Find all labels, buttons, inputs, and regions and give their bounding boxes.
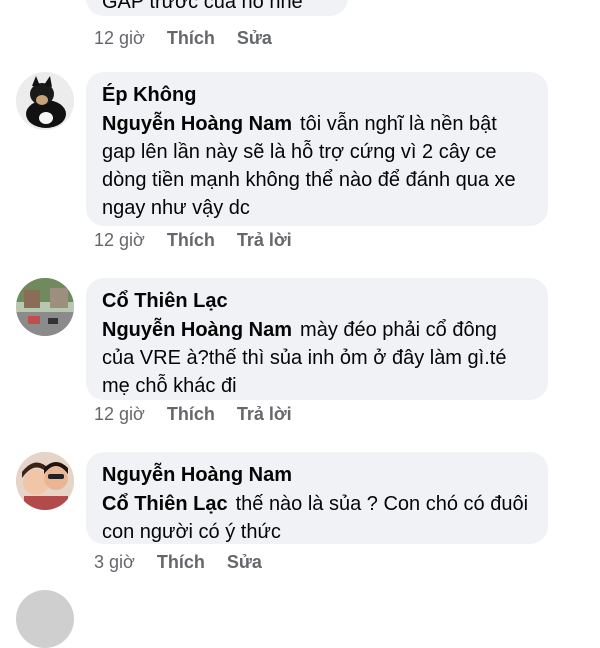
avatar[interactable] xyxy=(16,452,74,510)
avatar[interactable] xyxy=(16,278,74,336)
comment-time: 12 giờ xyxy=(94,230,145,250)
profile-photo-icon xyxy=(16,452,74,510)
reply-button[interactable]: Trả lời xyxy=(237,230,292,251)
like-button[interactable]: Thích xyxy=(167,230,215,251)
comment-meta: 3 giờ Thích Sửa xyxy=(94,552,262,573)
reply-button[interactable]: Trả lời xyxy=(237,404,292,425)
edit-button[interactable]: Sửa xyxy=(237,28,272,49)
comment-author[interactable]: Ép Không xyxy=(102,82,530,108)
mention-link[interactable]: Nguyễn Hoàng Nam xyxy=(102,113,292,135)
mention-link[interactable]: Nguyễn Hoàng Nam xyxy=(102,319,292,341)
like-button[interactable]: Thích xyxy=(157,552,205,573)
like-button[interactable]: Thích xyxy=(167,28,215,49)
comment-text: Nguyễn Hoàng Nam tôi vẫn nghĩ là nền bật … xyxy=(102,110,530,222)
comment-author[interactable]: Nguyễn Hoàng Nam xyxy=(102,462,530,488)
comment-bubble: Ép Không Nguyễn Hoàng Nam tôi vẫn nghĩ là… xyxy=(86,72,548,226)
edit-button[interactable]: Sửa xyxy=(227,552,262,573)
street-photo-icon xyxy=(16,278,74,336)
comment-time: 12 giờ xyxy=(94,28,145,48)
avatar[interactable] xyxy=(16,72,74,130)
comment-author[interactable]: Cổ Thiên Lạc xyxy=(102,288,530,314)
avatar[interactable] xyxy=(16,590,74,648)
comment-text: Cổ Thiên Lạc thế nào là sủa ? Con chó có … xyxy=(102,490,530,546)
comment-text: Nguyễn Hoàng Nam mày đéo phải cổ đông của… xyxy=(102,316,530,400)
comment-meta: 12 giờ Thích Sửa xyxy=(94,28,272,49)
comment-time: 12 giờ xyxy=(94,404,145,424)
like-button[interactable]: Thích xyxy=(167,404,215,425)
comment-meta: 12 giờ Thích Trả lời xyxy=(94,404,292,425)
mention-link[interactable]: Cổ Thiên Lạc xyxy=(102,493,228,515)
comment-bubble: Nguyễn Hoàng Nam Cổ Thiên Lạc thế nào là … xyxy=(86,452,548,544)
comment-time: 3 giờ xyxy=(94,552,135,572)
comment-meta: 12 giờ Thích Trả lời xyxy=(94,230,292,251)
comment-bubble: GAP trước của nó nhé xyxy=(86,0,348,16)
comment-text: GAP trước của nó nhé xyxy=(102,0,303,13)
comment-bubble: Cổ Thiên Lạc Nguyễn Hoàng Nam mày đéo phả… xyxy=(86,278,548,400)
dog-icon xyxy=(16,72,74,130)
